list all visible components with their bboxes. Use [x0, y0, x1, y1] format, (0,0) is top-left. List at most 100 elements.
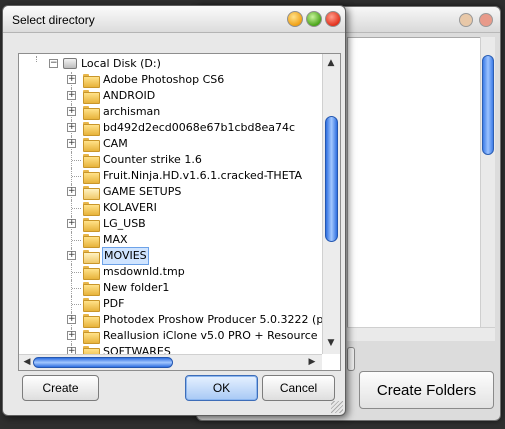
vertical-scroll-thumb[interactable]: [325, 116, 338, 242]
tree-item-label: Photodex Proshow Producer 5.0.3222 (patc…: [103, 313, 341, 326]
tree-line: [72, 208, 81, 209]
resize-grip-icon[interactable]: [331, 401, 343, 413]
dialog-titlebar: Select directory: [3, 6, 345, 33]
expand-icon[interactable]: +: [67, 251, 76, 260]
background-small-button[interactable]: [347, 347, 355, 371]
tree-item[interactable]: PDF: [19, 296, 319, 312]
tree-root[interactable]: − Local Disk (D:): [19, 56, 319, 72]
folder-icon: [83, 282, 100, 296]
background-horizontal-scrollbar[interactable]: [347, 327, 495, 341]
tree-item[interactable]: New folder1: [19, 280, 319, 296]
expand-icon[interactable]: +: [67, 331, 76, 340]
shared-folder-icon: [83, 250, 100, 264]
scroll-right-icon[interactable]: ▶: [307, 357, 317, 367]
tree-vertical-scrollbar[interactable]: ▲ ▼: [322, 54, 340, 354]
expand-icon[interactable]: +: [67, 315, 76, 324]
tree-item[interactable]: + GAME SETUPS: [19, 184, 319, 200]
tree-item-label: KOLAVERI: [103, 201, 157, 214]
folder-icon: [83, 234, 100, 248]
tree-item-label: Fruit.Ninja.HD.v1.6.1.cracked-THETA: [103, 169, 303, 182]
tree-item-label: ANDROID: [103, 89, 156, 102]
folder-icon: [83, 298, 100, 312]
maximize-icon[interactable]: [306, 11, 322, 27]
expand-icon[interactable]: +: [67, 75, 76, 84]
folder-icon: [83, 202, 100, 216]
tree-item-label: CAM: [103, 137, 128, 150]
tree-item-label: GAME SETUPS: [103, 185, 182, 198]
tree-item[interactable]: Fruit.Ninja.HD.v1.6.1.cracked-THETA: [19, 168, 319, 184]
disk-icon: [63, 58, 77, 69]
select-directory-dialog: Select directory − Local Disk (D:) + Adob…: [2, 5, 346, 416]
background-minimize-icon[interactable]: [459, 13, 473, 27]
tree-item[interactable]: Counter strike 1.6: [19, 152, 319, 168]
tree-root-label: Local Disk (D:): [81, 57, 161, 70]
tree-line: [72, 288, 81, 289]
background-vertical-scrollbar[interactable]: [480, 37, 495, 341]
folder-icon: [83, 218, 100, 232]
tree-item[interactable]: + Adobe Photoshop CS6: [19, 72, 319, 88]
dialog-title: Select directory: [12, 13, 95, 27]
tree-item-label: Reallusion iClone v5.0 PRO + Resource Pa…: [103, 329, 341, 342]
background-close-icon[interactable]: [479, 13, 493, 27]
ok-button[interactable]: OK: [185, 375, 258, 401]
tree-item[interactable]: + Photodex Proshow Producer 5.0.3222 (pat…: [19, 312, 340, 328]
tree-item-label: PDF: [103, 297, 125, 310]
tree-horizontal-scrollbar[interactable]: ◀ ▶: [19, 354, 322, 370]
expand-icon[interactable]: +: [67, 187, 76, 196]
tree-item[interactable]: + bd492d2ecd0068e67b1cbd8ea74c: [19, 120, 319, 136]
scroll-left-icon[interactable]: ◀: [22, 357, 32, 367]
expand-icon[interactable]: +: [67, 219, 76, 228]
tree-line: [72, 176, 81, 177]
tree-item[interactable]: + MOVIES: [19, 247, 319, 265]
create-button[interactable]: Create: [22, 375, 99, 401]
folder-icon: [83, 122, 100, 136]
folder-icon: [83, 74, 100, 88]
folder-icon: [83, 154, 100, 168]
tree-item-label: New folder1: [103, 281, 170, 294]
collapse-icon[interactable]: −: [49, 59, 58, 68]
close-icon[interactable]: [325, 11, 341, 27]
folder-icon: [83, 138, 100, 152]
tree-item[interactable]: + ANDROID: [19, 88, 319, 104]
expand-icon[interactable]: +: [67, 91, 76, 100]
tree-item[interactable]: KOLAVERI: [19, 200, 319, 216]
expand-icon[interactable]: +: [67, 107, 76, 116]
tree-item-label: bd492d2ecd0068e67b1cbd8ea74c: [103, 121, 296, 134]
tree-line: [72, 160, 81, 161]
folder-icon: [83, 170, 100, 184]
folder-icon: [83, 90, 100, 104]
expand-icon[interactable]: +: [67, 123, 76, 132]
tree-line: [36, 56, 37, 62]
tree-line: [72, 304, 81, 305]
directory-tree[interactable]: − Local Disk (D:) + Adobe Photoshop CS6 + A…: [18, 53, 341, 371]
background-list-panel: [347, 37, 495, 341]
create-folders-button[interactable]: Create Folders: [359, 371, 494, 409]
tree-item-label: archisman: [103, 105, 161, 118]
tree-item[interactable]: + LG_USB: [19, 216, 319, 232]
tree-item-label: MAX: [103, 233, 128, 246]
scroll-thumb[interactable]: [482, 55, 494, 155]
scroll-up-icon[interactable]: ▲: [326, 58, 336, 68]
folder-icon: [83, 266, 100, 280]
tree-item[interactable]: MAX: [19, 232, 319, 248]
tree-item[interactable]: + Reallusion iClone v5.0 PRO + Resource P…: [19, 328, 340, 344]
horizontal-scroll-thumb[interactable]: [33, 357, 173, 368]
tree-item-label: msdownld.tmp: [103, 265, 185, 278]
shared-folder-icon: [83, 186, 100, 200]
tree-item-label: Adobe Photoshop CS6: [103, 73, 225, 86]
folder-icon: [83, 314, 100, 328]
tree-line: [72, 272, 81, 273]
minimize-icon[interactable]: [287, 11, 303, 27]
tree-item-label: LG_USB: [103, 217, 146, 230]
expand-icon[interactable]: +: [67, 139, 76, 148]
folder-icon: [83, 106, 100, 120]
tree-item-label: MOVIES: [102, 247, 149, 265]
tree-item[interactable]: + archisman: [19, 104, 319, 120]
scroll-down-icon[interactable]: ▼: [326, 338, 336, 348]
tree-item-label: Counter strike 1.6: [103, 153, 202, 166]
folder-icon: [83, 330, 100, 344]
tree-item[interactable]: + CAM: [19, 136, 319, 152]
tree-item[interactable]: msdownld.tmp: [19, 264, 319, 280]
cancel-button[interactable]: Cancel: [262, 375, 335, 401]
tree-line: [72, 240, 81, 241]
